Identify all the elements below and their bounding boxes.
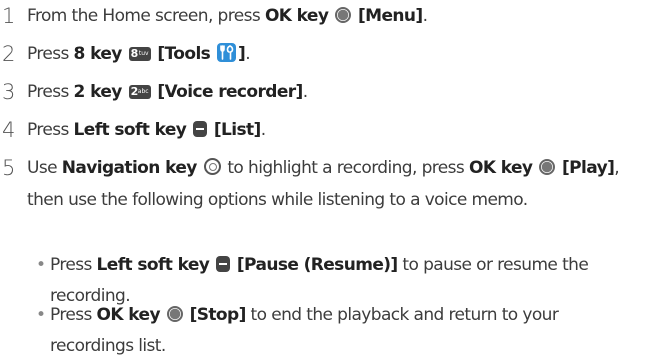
step-text: From the Home screen, press OK key [Menu… <box>27 0 639 33</box>
bullet-glyph: • <box>36 305 46 325</box>
menu-label: [Play] <box>562 158 615 178</box>
number-key-icon: 8 tuv <box>128 47 151 61</box>
step-text: Press 8 key 8 tuv [Tools ]. <box>27 38 639 71</box>
left-soft-key-icon <box>216 256 231 272</box>
step-text-mid: to highlight a recording, press <box>222 158 469 178</box>
key-name: Left soft key <box>73 120 187 140</box>
step-number: 1 <box>2 4 16 28</box>
ok-key-icon <box>335 7 352 23</box>
bullet-text-pre: Press <box>50 255 97 275</box>
step-text: Use Navigation key to highlight a record… <box>27 152 639 216</box>
step-text: Press 2 key 2 abc [Voice recorder]. <box>27 76 639 109</box>
navigation-key-icon <box>203 158 221 175</box>
bullet-item: • Press OK key [Stop] to end the playbac… <box>36 300 639 362</box>
step-text-post: . <box>422 6 428 26</box>
menu-label: [Stop] <box>189 305 247 325</box>
bullet-text-pre: Press <box>50 305 97 325</box>
step-text-post: . <box>245 44 250 64</box>
key-name: Left soft key <box>96 255 210 275</box>
step-number: 4 <box>2 118 16 142</box>
step-text-pre: Press <box>27 82 74 102</box>
key-digit: 8 <box>130 47 139 60</box>
bullet-glyph: • <box>36 255 46 275</box>
step-text-pre: From the Home screen, press <box>27 6 265 26</box>
step-4: 4 Press Left soft key [List]. <box>0 114 645 147</box>
step-text-pre: Press <box>27 120 74 140</box>
key-name: Navigation key <box>61 158 198 178</box>
step-text-pre: Press <box>27 44 74 64</box>
bullet-text: Press OK key [Stop] to end the playback … <box>50 300 639 362</box>
menu-label: [Voice recorder] <box>157 82 303 102</box>
tools-app-icon <box>217 43 237 62</box>
step-2: 2 Press 8 key 8 tuv [Tools ]. <box>0 38 645 71</box>
key-name: 2 key <box>73 82 123 102</box>
key-name: OK key <box>264 6 329 26</box>
key-name: 8 key <box>73 44 123 64</box>
step-text-post: . <box>260 120 266 140</box>
instruction-page: 1 From the Home screen, press OK key [Me… <box>0 0 645 360</box>
key-name: OK key <box>96 305 161 325</box>
key-letters: tuv <box>138 50 149 57</box>
step-text-post: . <box>302 82 308 102</box>
step-1: 1 From the Home screen, press OK key [Me… <box>0 0 645 33</box>
menu-label: [Tools <box>157 44 211 64</box>
menu-label: [List] <box>213 120 261 140</box>
menu-label: [Pause (Resume)] <box>236 255 398 275</box>
step-text: Press Left soft key [List]. <box>27 114 639 147</box>
step-number: 3 <box>2 80 16 104</box>
number-key-icon: 2 abc <box>128 85 151 99</box>
step-3: 3 Press 2 key 2 abc [Voice recorder]. <box>0 76 645 109</box>
left-soft-key-icon <box>193 121 208 137</box>
step-text-pre: Use <box>27 158 62 178</box>
menu-label: [Menu] <box>357 6 423 26</box>
key-name: OK key <box>468 158 533 178</box>
step-5: 5 Use Navigation key to highlight a reco… <box>0 152 645 252</box>
step-number: 5 <box>2 156 16 180</box>
key-letters: abc <box>137 88 149 95</box>
step-number: 2 <box>2 42 16 66</box>
ok-key-icon <box>539 159 556 175</box>
ok-key-icon <box>166 306 183 322</box>
